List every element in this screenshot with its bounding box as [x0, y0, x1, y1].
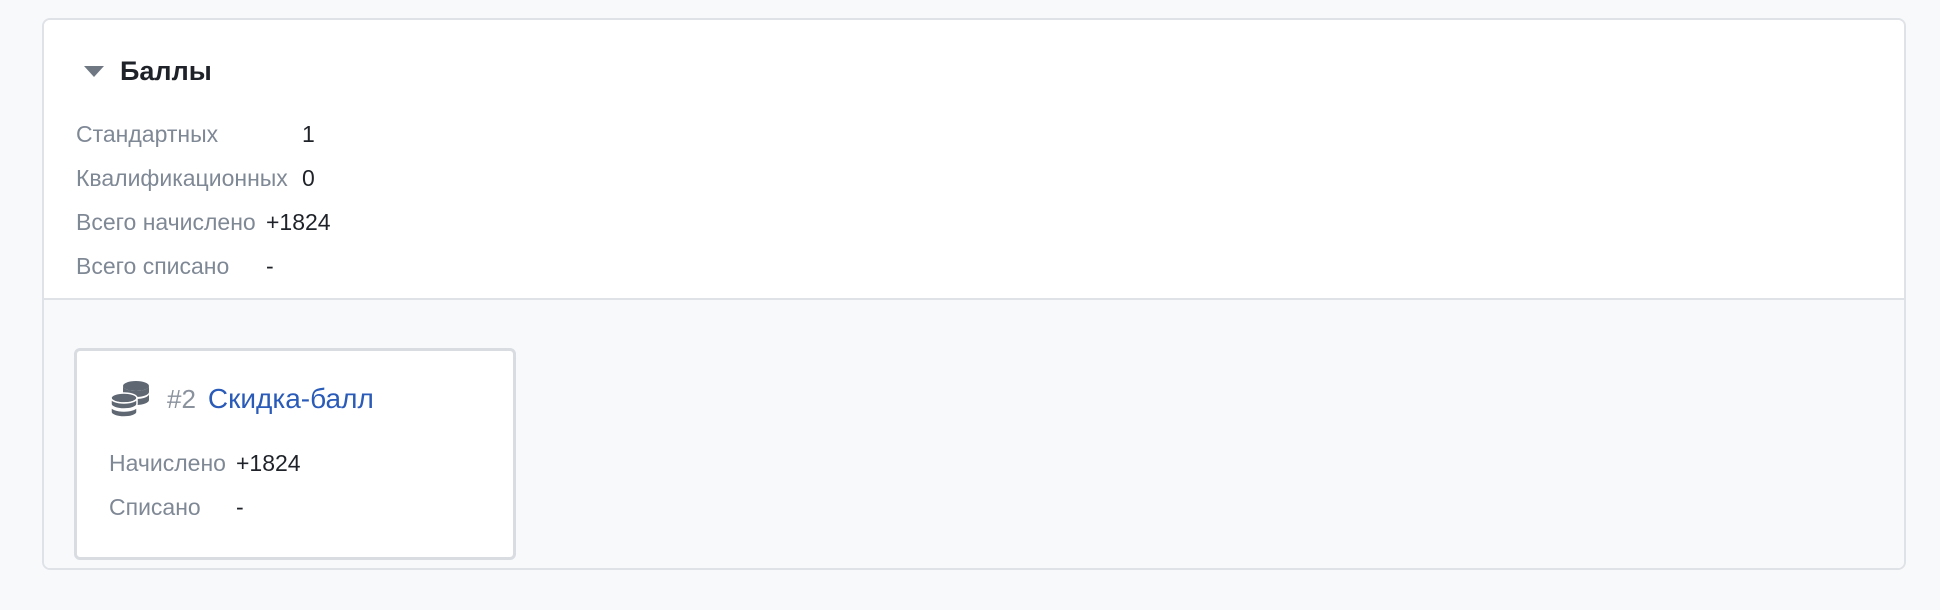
stat-value: -: [236, 493, 244, 520]
stat-label: Квалификационных: [76, 164, 288, 191]
stat-value: 0: [302, 164, 315, 191]
card-title-link[interactable]: Скидка-балл: [208, 383, 374, 415]
card-stats: Начислено +1824 Списано -: [109, 441, 301, 529]
point-type-card: #2 Скидка-балл Начислено +1824 Списано -: [74, 348, 516, 560]
stat-row-standard: Стандартных 1: [76, 112, 331, 156]
card-number: #2: [167, 383, 196, 414]
stat-value: -: [266, 252, 274, 279]
coins-stack-icon: [110, 381, 149, 418]
stat-row-total-written-off: Всего списано -: [76, 244, 331, 288]
card-row-written-off: Списано -: [109, 485, 301, 529]
card-row-accrued: Начислено +1824: [109, 441, 301, 485]
stat-row-qualification: Квалификационных 0: [76, 156, 331, 200]
stat-label: Стандартных: [76, 120, 219, 147]
stat-value: 1: [302, 120, 315, 147]
points-section-toggle[interactable]: Баллы: [84, 56, 212, 87]
stat-label: Списано: [109, 493, 201, 520]
section-title: Баллы: [120, 56, 212, 86]
points-summary: Баллы Стандартных 1 Квалификационных 0 В…: [44, 20, 1904, 300]
card-header: #2 Скидка-балл: [109, 377, 374, 421]
stat-value: +1824: [236, 449, 301, 476]
summary-stats: Стандартных 1 Квалификационных 0 Всего н…: [76, 112, 331, 288]
points-panel: Баллы Стандартных 1 Квалификационных 0 В…: [42, 18, 1906, 570]
caret-down-icon: [84, 66, 104, 77]
stat-value: +1824: [266, 208, 331, 235]
stat-label: Начислено: [109, 449, 226, 476]
stat-label: Всего начислено: [76, 208, 256, 235]
point-types-area: #2 Скидка-балл Начислено +1824 Списано -: [44, 300, 1904, 568]
stat-label: Всего списано: [76, 252, 230, 279]
stat-row-total-accrued: Всего начислено +1824: [76, 200, 331, 244]
